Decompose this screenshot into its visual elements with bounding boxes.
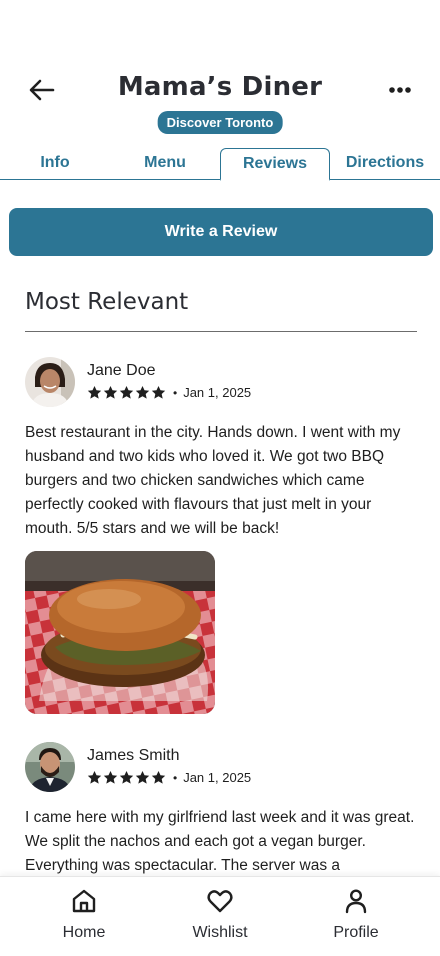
bottom-nav: Home Wishlist Profile: [0, 876, 440, 956]
star-icon: [135, 770, 150, 784]
star-rating: [87, 770, 166, 785]
section-divider: [25, 331, 417, 332]
review-photo[interactable]: [25, 551, 215, 714]
star-icon: [119, 385, 134, 399]
review-text: I came here with my girlfriend last week…: [25, 809, 415, 874]
star-rating: [87, 385, 166, 400]
star-icon: [119, 770, 134, 784]
page-title: Mama’s Diner: [117, 72, 323, 102]
review-date: Jan 1, 2025: [183, 770, 252, 785]
section-title: Most Relevant: [25, 289, 189, 315]
home-icon: [72, 889, 96, 913]
tab-info[interactable]: Info: [0, 148, 110, 180]
meta-separator: •: [173, 770, 178, 785]
reviewer-name[interactable]: James Smith: [87, 747, 179, 765]
heart-icon: [207, 890, 233, 913]
meta-separator: •: [173, 385, 178, 400]
avatar[interactable]: [25, 742, 75, 792]
review-date: Jan 1, 2025: [183, 385, 252, 400]
star-icon: [103, 385, 118, 399]
star-icon: [151, 385, 166, 399]
review-text: Best restaurant in the city. Hands down.…: [25, 424, 401, 537]
star-icon: [87, 385, 102, 399]
user-icon: [345, 889, 367, 914]
review-meta: • Jan 1, 2025: [87, 385, 251, 400]
tab-reviews[interactable]: Reviews: [220, 148, 330, 181]
reviewer-name[interactable]: Jane Doe: [87, 362, 156, 380]
location-badge[interactable]: Discover Toronto: [157, 111, 283, 134]
nav-profile[interactable]: Profile: [301, 887, 411, 942]
nav-profile-label: Profile: [333, 924, 379, 941]
more-options-icon[interactable]: [388, 80, 412, 100]
nav-home-label: Home: [62, 924, 106, 941]
tab-directions[interactable]: Directions: [330, 148, 440, 180]
tab-bar: Info Menu Reviews Directions: [0, 148, 440, 181]
review-meta: • Jan 1, 2025: [87, 770, 251, 785]
avatar[interactable]: [25, 357, 75, 407]
star-icon: [87, 770, 102, 784]
write-review-button[interactable]: Write a Review: [9, 208, 433, 256]
nav-wishlist[interactable]: Wishlist: [165, 887, 275, 942]
tab-menu[interactable]: Menu: [110, 148, 220, 180]
star-icon: [103, 770, 118, 784]
star-icon: [135, 385, 150, 399]
star-icon: [151, 770, 166, 784]
nav-wishlist-label: Wishlist: [192, 924, 248, 941]
nav-home[interactable]: Home: [29, 887, 139, 942]
